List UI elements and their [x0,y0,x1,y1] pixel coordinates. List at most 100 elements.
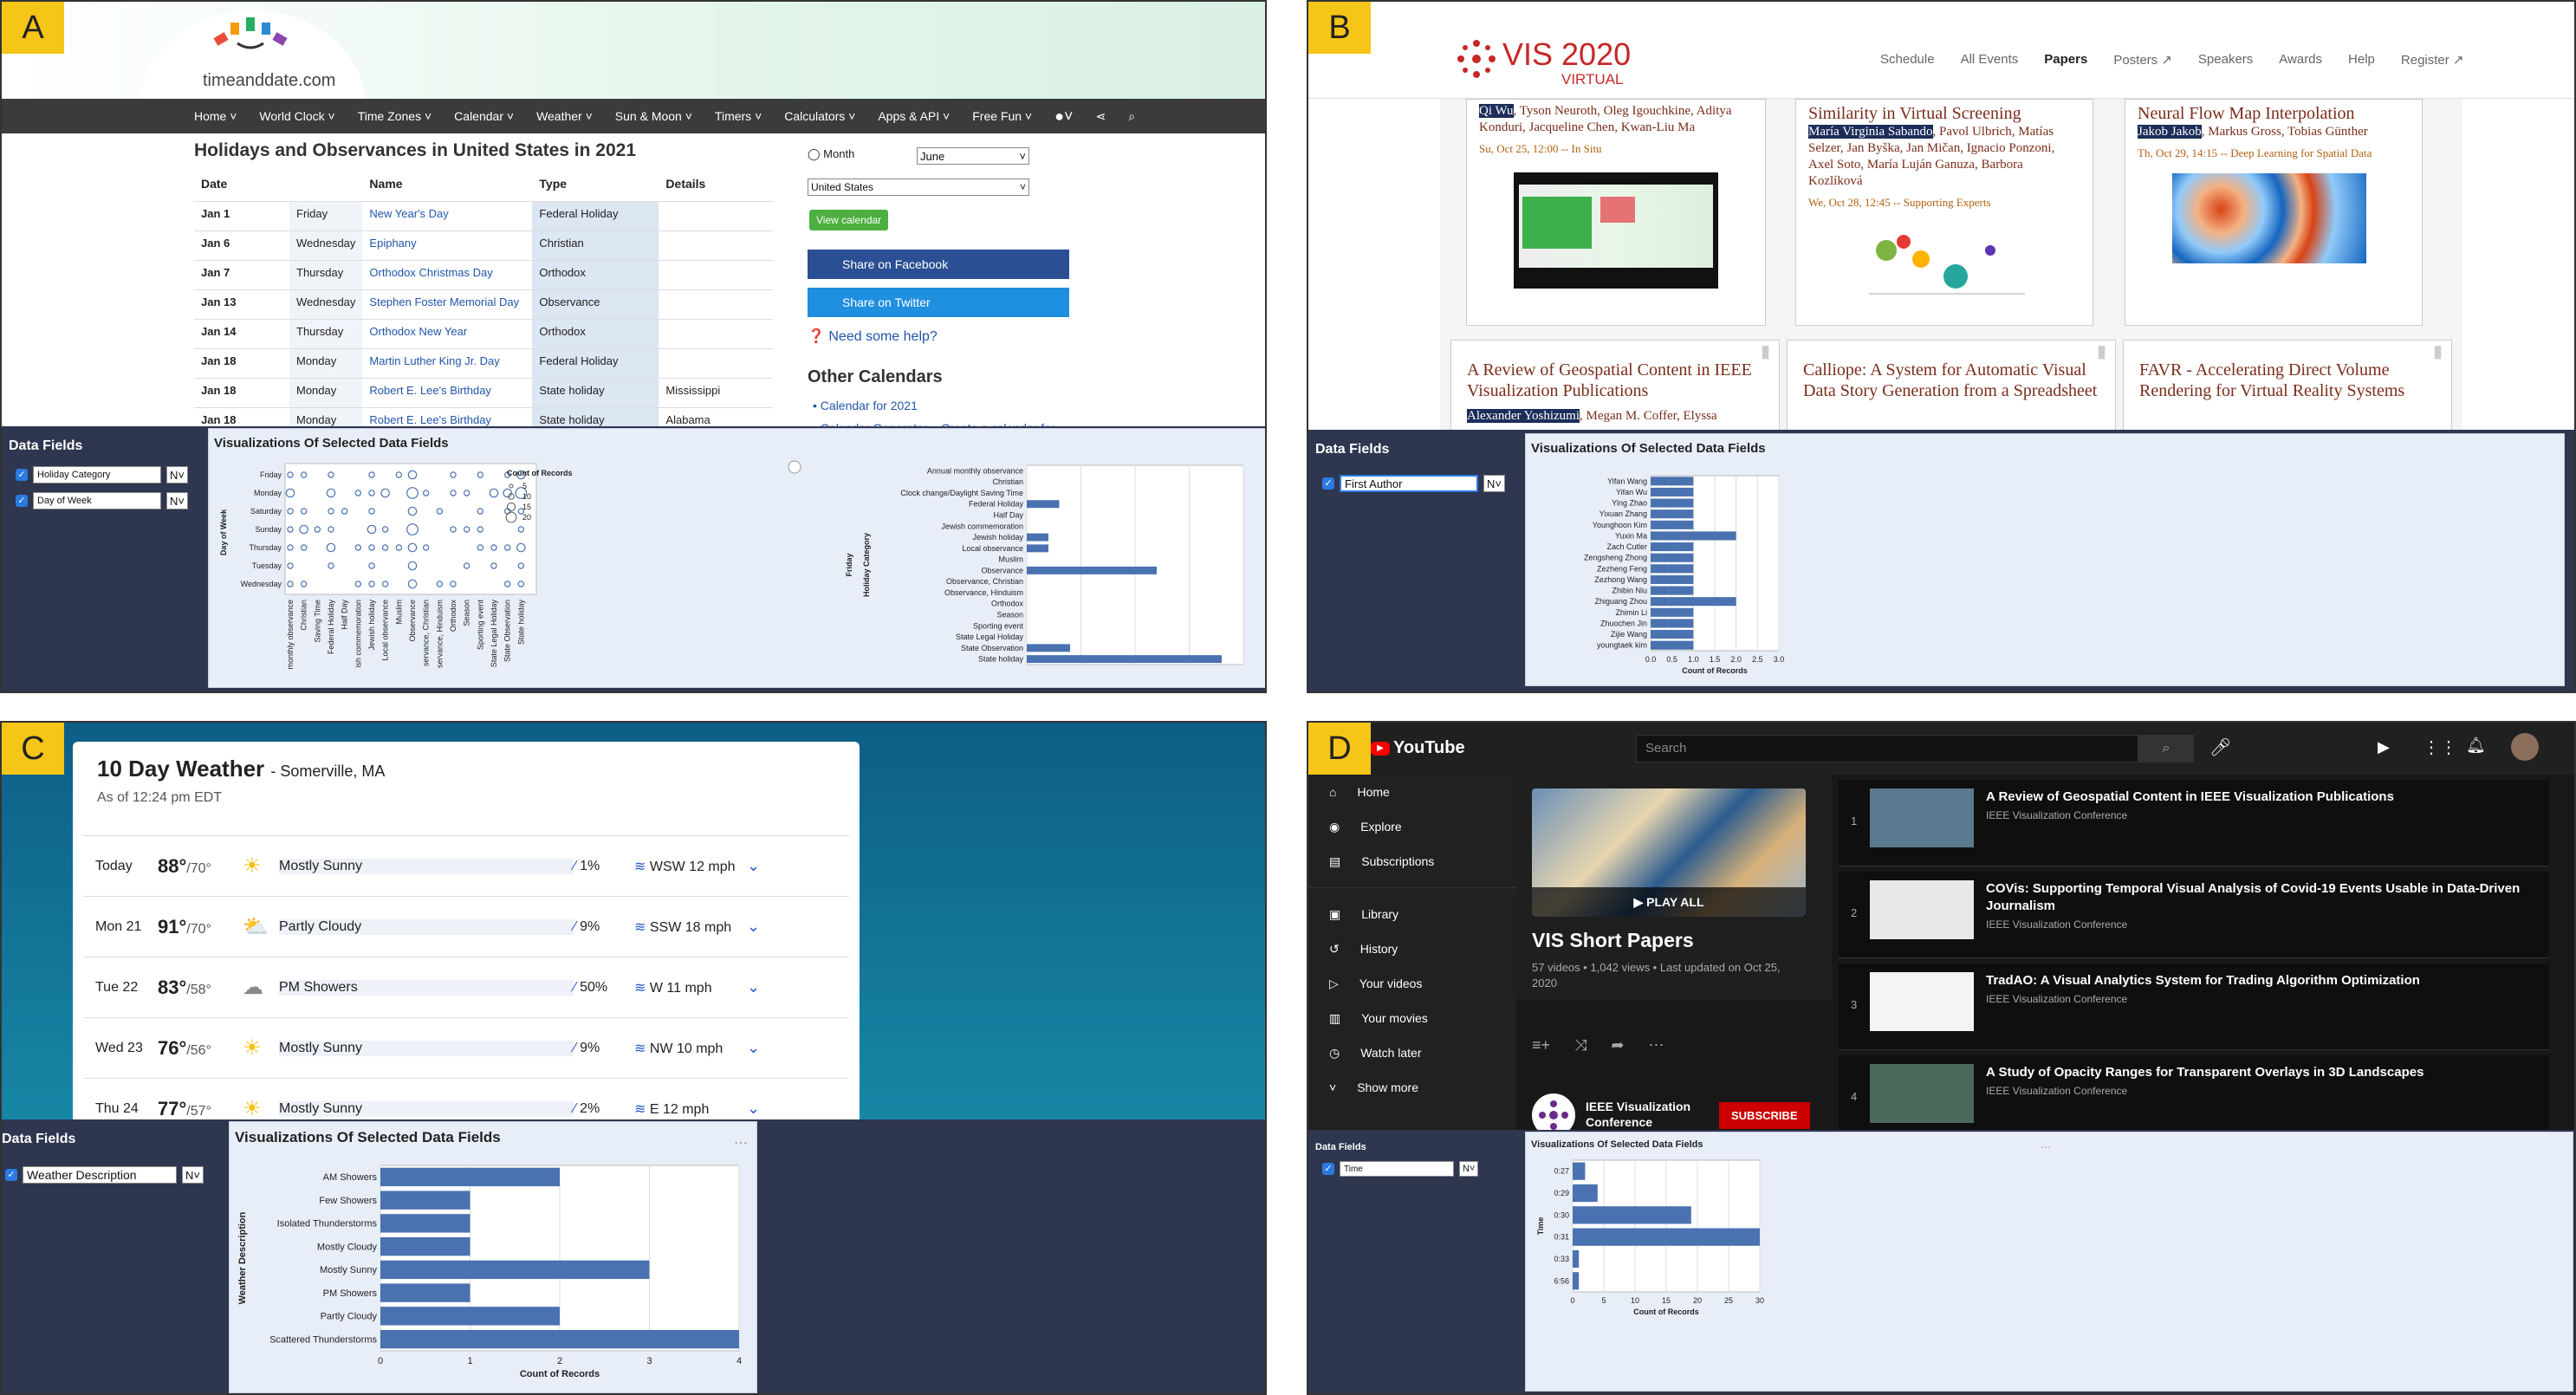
field-input[interactable]: Day of Week [33,492,161,509]
chevron-down-icon[interactable]: ⌄ [747,1100,760,1118]
nav-calendar[interactable]: Calendar ˅ [454,109,514,123]
nav-time-zones[interactable]: Time Zones ˅ [358,109,431,123]
nav-schedule[interactable]: Schedule [1880,52,1935,68]
playlist-video[interactable]: 1 A Review of Geospatial Content in IEEE … [1839,780,2549,866]
video-channel[interactable]: IEEE Visualization Conference [1986,1085,2127,1097]
apps-icon[interactable]: ⋮⋮ [2423,736,2457,758]
country-select[interactable]: United States ˅ [808,178,1029,196]
cell-name[interactable]: Orthodox New Year [362,319,533,349]
bell-icon[interactable]: 🔔︎ [2466,736,2486,755]
bookmark-icon[interactable]: ▮ [1761,341,1770,362]
share-icon[interactable]: ⋖ [1096,109,1106,124]
type-select[interactable]: N ˅ [1459,1161,1479,1177]
forecast-row[interactable]: Tue 22 83°/58° ☁ PM Showers ⁄ 50% ≋ W 11 mph ⌄ [83,957,849,1017]
cell-name[interactable]: Martin Luther King Jr. Day [362,348,533,379]
paper-thumbnail[interactable] [1514,172,1718,289]
video-channel[interactable]: IEEE Visualization Conference [1986,918,2127,931]
field-input[interactable]: Holiday Category [33,466,161,483]
field-input[interactable]: Weather Description [23,1166,177,1184]
mic-icon[interactable]: 🎤︎ [2209,736,2231,758]
chevron-down-icon[interactable]: ⌄ [747,1039,760,1057]
chevron-down-icon[interactable]: ⌄ [747,978,760,996]
sidebar-item-show-more[interactable]: ˅ Show more [1308,1070,1516,1105]
nav-free-fun[interactable]: Free Fun ˅ [972,109,1032,123]
search-input[interactable]: Search [1636,735,2138,762]
video-title[interactable]: TradAO: A Visual Analytics System for Tr… [1986,972,2532,989]
type-select[interactable]: N ˅ [166,466,188,483]
share-twitter-button[interactable]: Share on Twitter [808,288,1069,317]
nav-calculators[interactable]: Calculators ˅ [784,109,855,123]
month-select[interactable]: June ˅ [917,147,1029,165]
chevron-down-icon[interactable]: ⌄ [747,918,760,936]
chevron-down-icon[interactable]: ⌄ [747,857,760,875]
video-thumbnail[interactable] [1870,880,1974,939]
checkbox-icon[interactable]: ✓ [5,1169,17,1181]
field-input[interactable]: First Author [1340,475,1478,492]
video-thumbnail[interactable] [1870,1064,1974,1123]
nav-weather[interactable]: Weather ˅ [536,109,593,123]
sidebar-item-subscriptions[interactable]: ▤ Subscriptions [1308,844,1516,879]
paper-card[interactable]: Qi Wu, Tyson Neuroth, Oleg Igouchkine, A… [1466,99,1766,326]
add-queue-icon[interactable]: ≡+ [1532,1036,1550,1054]
sidebar-item-explore[interactable]: ◉ Explore [1308,809,1516,844]
nav-apps-api[interactable]: Apps & API ˅ [878,109,950,123]
video-thumbnail[interactable] [1870,788,1974,847]
field-row[interactable]: ✓ Holiday Category N ˅ [16,466,188,483]
nav-help[interactable]: Help [2348,52,2375,68]
logo-icon[interactable] [203,12,298,55]
sidebar-item-your-movies[interactable]: ▥ Your movies [1308,1001,1516,1035]
cell-name[interactable]: Orthodox Christmas Day [362,260,533,290]
field-row[interactable]: ✓ First Author N ˅ [1322,475,1505,492]
nav-speakers[interactable]: Speakers [2198,52,2253,68]
shuffle-icon[interactable]: ⤨ [1574,1036,1586,1054]
youtube-logo[interactable]: ▶ YouTube [1371,738,1465,758]
field-input[interactable]: Time [1340,1161,1454,1177]
checkbox-icon[interactable]: ✓ [16,495,28,507]
sidebar-item-history[interactable]: ↺ History [1308,931,1516,966]
more-icon[interactable] [788,460,801,474]
checkbox-icon[interactable]: ✓ [1322,1163,1334,1175]
nav-posters[interactable]: Posters ↗ [2113,52,2172,68]
playlist-video[interactable]: 4 A Study of Opacity Ranges for Transpare… [1839,1055,2549,1142]
view-calendar-button[interactable]: View calendar [809,210,889,230]
field-row[interactable]: ✓ Day of Week N ˅ [16,492,188,509]
video-title[interactable]: COVis: Supporting Temporal Visual Analys… [1986,880,2532,915]
help-link[interactable]: ❓ Need some help? [808,328,938,345]
forecast-row[interactable]: Mon 21 91°/70° ⛅ Partly Cloudy ⁄ 9% ≋ SSW 18 … [83,896,849,957]
video-channel[interactable]: IEEE Visualization Conference [1986,809,2127,821]
channel-name[interactable]: IEEE Visualization Conference [1586,1099,1703,1130]
avatar[interactable] [2511,733,2539,761]
nav-all-events[interactable]: All Events [1961,52,2019,68]
cell-name[interactable]: Stephen Foster Memorial Day [362,289,533,320]
bookmark-icon[interactable]: ▮ [2097,341,2106,362]
more-icon[interactable]: ⋯ [2041,1141,2051,1153]
paper-card[interactable]: Neural Flow Map Interpolation Jakob Jako… [2125,99,2423,326]
nav-awards[interactable]: Awards [2279,52,2322,68]
more-icon[interactable]: ⋯ [734,1134,748,1152]
playlist-thumbnail[interactable]: ▶ PLAY ALL [1532,788,1806,917]
sidebar-item-your-videos[interactable]: ▷ Your videos [1308,966,1516,1001]
type-select[interactable]: N ˅ [1483,475,1505,492]
playlist-video[interactable]: 2 COVis: Supporting Temporal Visual Analy… [1839,872,2549,958]
paper-card[interactable]: Similarity in Virtual Screening María Vi… [1795,99,2093,326]
type-select[interactable]: N ˅ [166,492,188,509]
search-icon[interactable]: ⌕ [2138,735,2194,762]
play-all-button[interactable]: ▶ PLAY ALL [1532,887,1806,917]
checkbox-icon[interactable]: ✓ [16,469,28,481]
sidebar-item-library[interactable]: ▣ Library [1308,897,1516,931]
nav-timers[interactable]: Timers ˅ [715,109,762,123]
paper-thumbnail[interactable] [2172,173,2366,263]
subscribe-button[interactable]: SUBSCRIBE [1719,1102,1810,1129]
nav-register[interactable]: Register ↗ [2401,52,2464,68]
type-select[interactable]: N ˅ [182,1166,204,1184]
forecast-row[interactable]: Wed 23 76°/56° ☀ Mostly Sunny ⁄ 9% ≋ NW 10 mp… [83,1017,849,1078]
playlist-video[interactable]: 3 TradAO: A Visual Analytics System for T… [1839,964,2549,1050]
share-icon[interactable]: ➦ [1611,1036,1624,1054]
video-title[interactable]: A Review of Geospatial Content in IEEE V… [1986,788,2532,806]
video-channel[interactable]: IEEE Visualization Conference [1986,993,2127,1005]
cell-name[interactable]: Robert E. Lee's Birthday [362,378,533,408]
cell-name[interactable]: New Year's Day [362,201,533,231]
nav-world-clock[interactable]: World Clock ˅ [259,109,334,123]
account-icon[interactable]: ●˅ [1054,107,1073,126]
nav-sun-moon[interactable]: Sun & Moon ˅ [615,109,692,123]
